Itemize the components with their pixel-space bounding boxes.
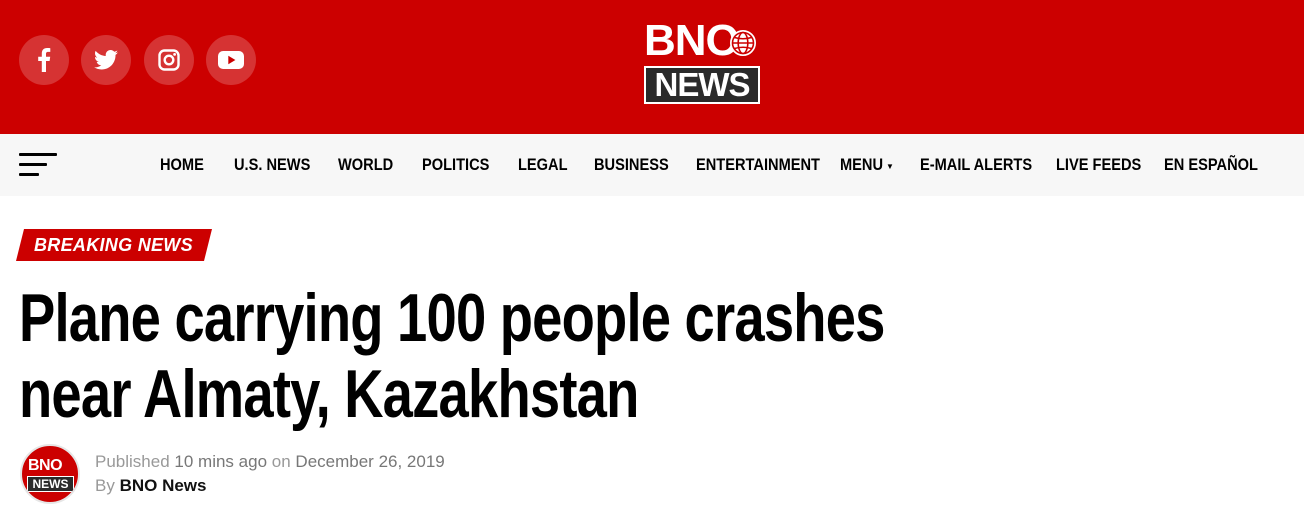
publish-info: Published 10 mins ago on December 26, 20…: [95, 452, 445, 472]
globe-icon: [729, 29, 757, 62]
chevron-down-icon: ▼: [886, 162, 894, 171]
nav-item-entertainment[interactable]: ENTERTAINMENT: [696, 155, 820, 175]
logo-news-box: NEWS: [644, 66, 760, 104]
nav-item-politics[interactable]: POLITICS: [422, 155, 489, 175]
twitter-icon: [94, 50, 118, 70]
relative-time: 10 mins ago: [174, 452, 268, 471]
nav-item-menu[interactable]: MENU: [840, 155, 883, 175]
facebook-icon: [37, 48, 51, 72]
nav-item-email-alerts[interactable]: E-MAIL ALERTS: [920, 155, 1032, 175]
hamburger-icon[interactable]: [19, 151, 57, 179]
author-link[interactable]: BNO News: [120, 476, 207, 495]
nav-item-us-news[interactable]: U.S. NEWS: [234, 155, 310, 175]
twitter-link[interactable]: [81, 35, 131, 85]
nav-item-en-espanol[interactable]: EN ESPAÑOL: [1164, 155, 1258, 175]
avatar-news-text: NEWS: [32, 476, 69, 491]
site-header: BNO NEWS: [0, 0, 1304, 134]
youtube-link[interactable]: [206, 35, 256, 85]
published-prefix: Published: [95, 452, 170, 471]
avatar-bno-text: BNO: [28, 457, 63, 474]
publish-date: December 26, 2019: [295, 452, 445, 471]
facebook-link[interactable]: [19, 35, 69, 85]
on-word: on: [271, 452, 291, 471]
logo-bno-text: BNO: [644, 16, 740, 65]
site-logo[interactable]: BNO NEWS: [644, 18, 760, 106]
nav-item-live-feeds[interactable]: LIVE FEEDS: [1056, 155, 1141, 175]
nav-item-world[interactable]: WORLD: [338, 155, 393, 175]
instagram-icon: [158, 49, 180, 71]
youtube-icon: [218, 51, 244, 69]
byline: By BNO News: [95, 476, 207, 496]
nav-item-home[interactable]: HOME: [160, 155, 204, 175]
instagram-link[interactable]: [144, 35, 194, 85]
article-headline: Plane carrying 100 people crashes near A…: [19, 280, 885, 432]
logo-news-text: NEWS: [654, 66, 751, 103]
avatar-news-box: NEWS: [27, 476, 74, 492]
author-avatar[interactable]: BNO NEWS: [20, 444, 80, 504]
main-navigation: HOME U.S. NEWS WORLD POLITICS LEGAL BUSI…: [0, 134, 1304, 196]
nav-item-business[interactable]: BUSINESS: [594, 155, 669, 175]
by-word: By: [95, 476, 115, 495]
nav-item-legal[interactable]: LEGAL: [518, 155, 568, 175]
breaking-news-label: BREAKING NEWS: [34, 235, 193, 255]
